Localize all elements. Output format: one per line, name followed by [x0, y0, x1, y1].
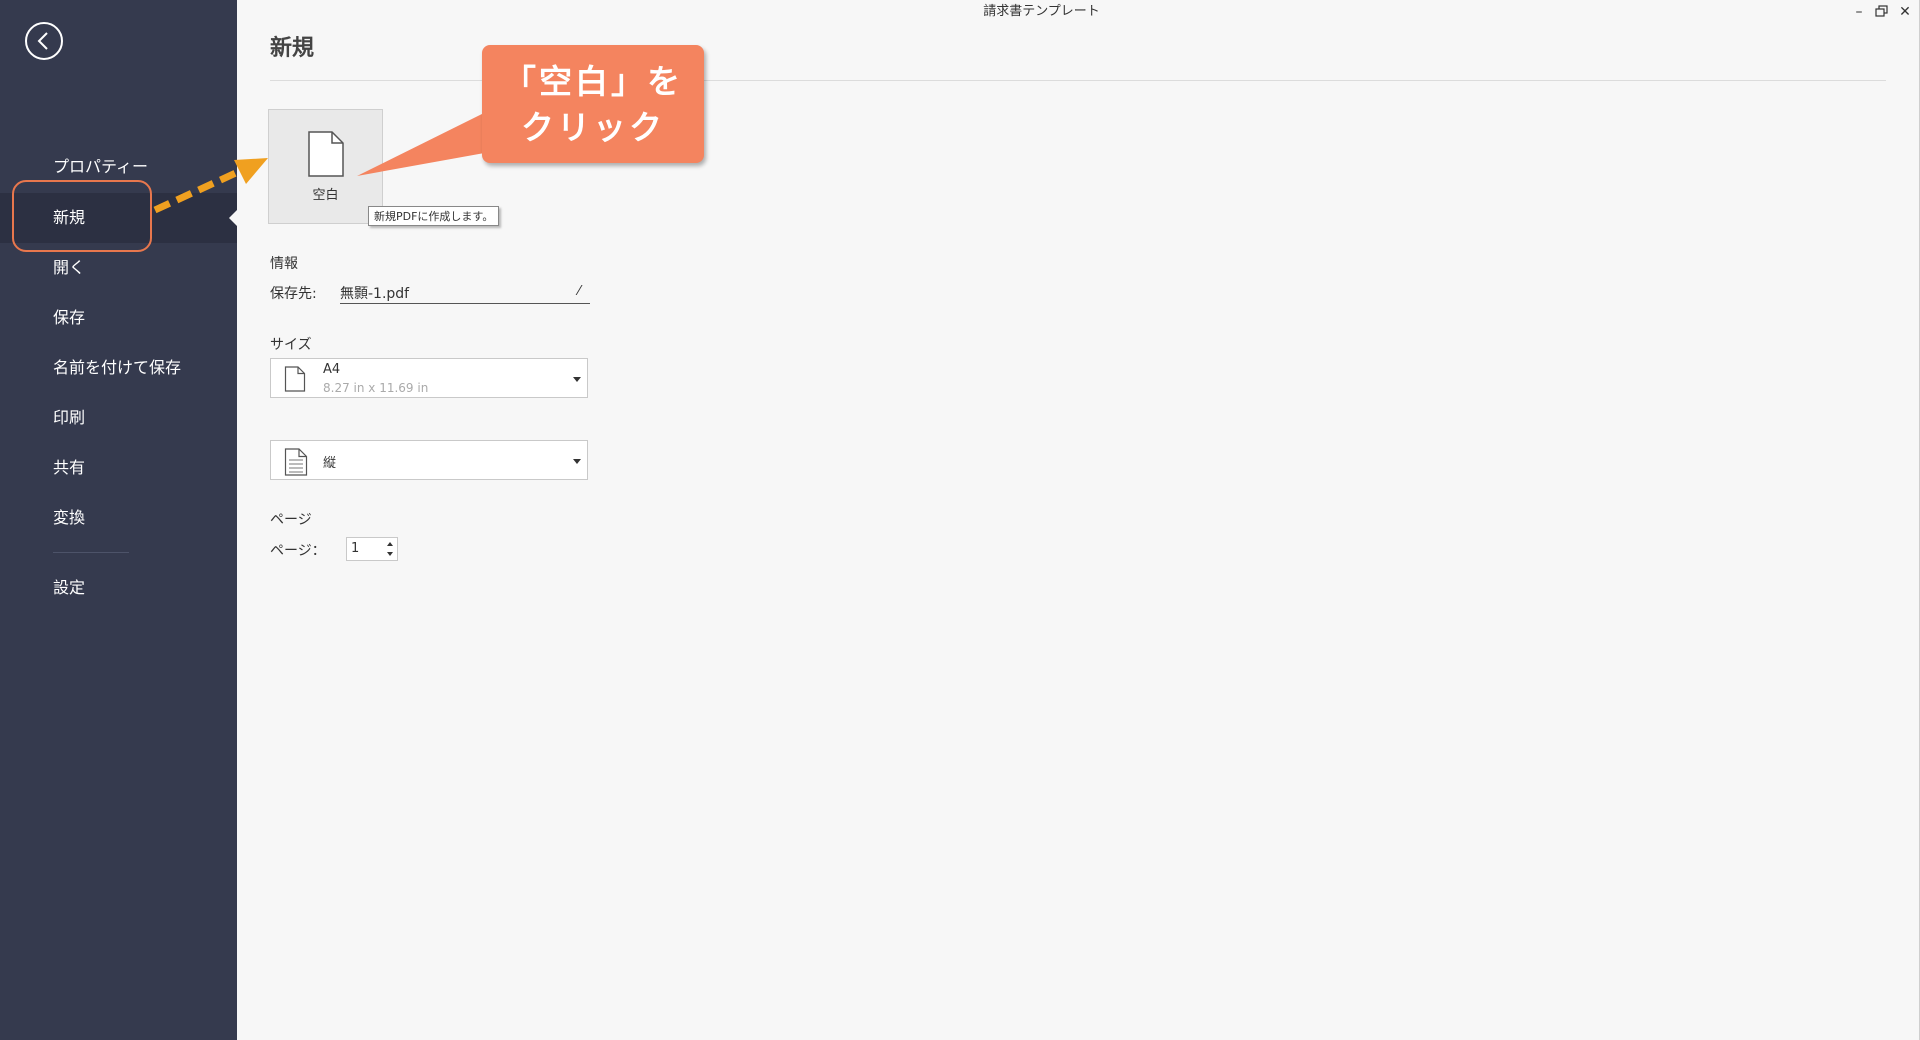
filename-input[interactable]: [340, 283, 590, 304]
callout-line2: クリック: [521, 108, 665, 147]
sidebar-item-label: 保存: [53, 308, 86, 327]
callout-pointer: [357, 110, 490, 176]
stepper-down-icon[interactable]: [387, 552, 393, 556]
portrait-document-icon: [284, 448, 308, 476]
sidebar-item-save[interactable]: 保存: [0, 293, 237, 343]
size-section-label: サイズ: [270, 337, 312, 353]
restore-icon[interactable]: [1874, 4, 1890, 20]
page-count-value: 1: [351, 541, 360, 556]
save-to-label: 保存先:: [270, 286, 317, 302]
size-selected: A4: [323, 362, 341, 377]
sidebar-divider: [53, 552, 129, 553]
orientation-selected: 縦: [323, 456, 337, 471]
sidebar-item-settings[interactable]: 設定: [0, 563, 237, 613]
sidebar-item-share[interactable]: 共有: [0, 443, 237, 493]
blank-tile-label: 空白: [312, 188, 339, 203]
page-title: 新規: [270, 36, 315, 61]
close-icon[interactable]: ✕: [1897, 4, 1913, 20]
tooltip: 新規PDFに作成します。: [368, 206, 500, 226]
sidebar-item-label: 共有: [53, 458, 86, 477]
size-select[interactable]: A4 8.27 in x 11.69 in: [270, 358, 588, 398]
page-count-stepper[interactable]: 1: [346, 537, 398, 561]
sidebar-item-label: 開く: [53, 258, 86, 277]
pages-section-label: ページ: [270, 512, 312, 528]
chevron-down-icon: [573, 377, 581, 382]
sidebar-item-print[interactable]: 印刷: [0, 393, 237, 443]
window-title: 請求書テンプレート: [983, 4, 1100, 19]
annotation-arrow: [153, 158, 268, 214]
back-button[interactable]: [25, 22, 63, 60]
callout-line1: 「空白」を: [503, 62, 683, 101]
sidebar-item-label: 印刷: [53, 408, 86, 427]
callout-annotation: 「空白」を クリック: [482, 45, 704, 163]
sidebar-item-label: プロパティー: [53, 157, 149, 176]
sidebar-item-save-as[interactable]: 名前を付けて保存: [0, 343, 237, 393]
minimize-icon[interactable]: –: [1851, 4, 1867, 20]
size-dimensions: 8.27 in x 11.69 in: [323, 381, 429, 395]
sidebar-item-label: 名前を付けて保存: [53, 358, 182, 377]
edit-icon[interactable]: ⁄: [578, 284, 580, 299]
sidebar-item-label: 設定: [53, 578, 86, 597]
blank-document-icon: [308, 131, 344, 177]
stepper-up-icon[interactable]: [387, 542, 393, 546]
chevron-down-icon: [573, 459, 581, 464]
highlight-outline: [12, 180, 152, 252]
orientation-select[interactable]: 縦: [270, 440, 588, 480]
sidebar-item-convert[interactable]: 変換: [0, 493, 237, 543]
info-section-label: 情報: [270, 256, 298, 272]
page-count-label: ページ：: [270, 543, 326, 559]
page-size-icon: [284, 366, 306, 392]
back-arrow-icon: [37, 32, 48, 50]
sidebar-item-label: 変換: [53, 508, 86, 527]
